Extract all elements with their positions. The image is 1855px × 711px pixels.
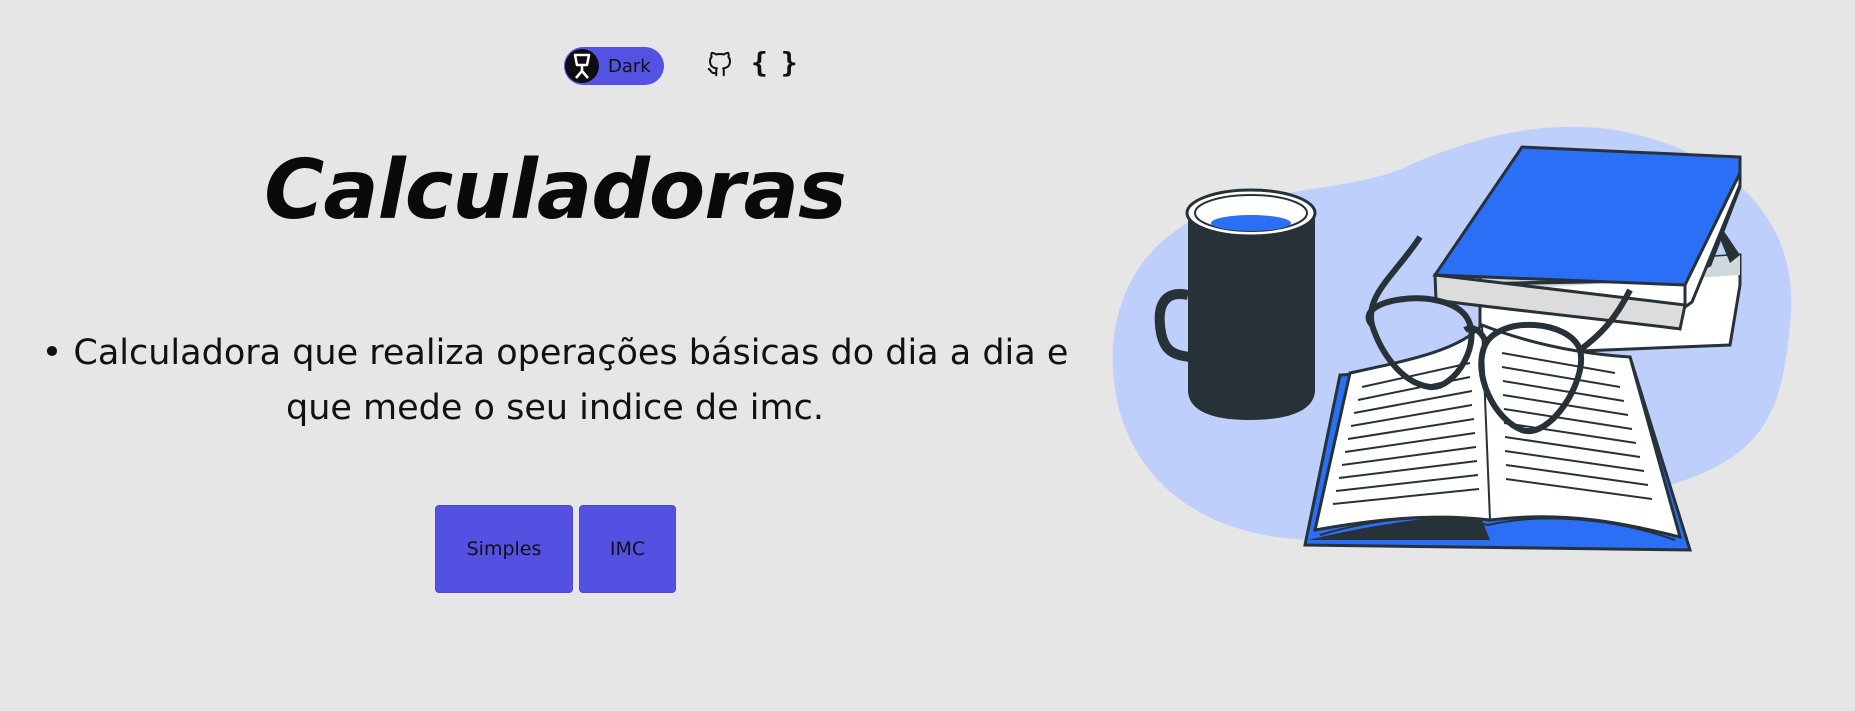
page-title: Calculadoras: [264, 143, 847, 238]
theme-toggle-label: Dark: [608, 55, 651, 77]
lamp-icon: [565, 49, 599, 83]
books-illustration: [1112, 126, 1792, 552]
page: Dark { } Calculadoras • Calculadora que …: [0, 0, 1855, 711]
simples-button[interactable]: Simples: [435, 505, 573, 593]
imc-button[interactable]: IMC: [579, 505, 676, 593]
braces-icon[interactable]: { }: [751, 46, 798, 79]
theme-toggle[interactable]: Dark: [564, 47, 664, 85]
description-text: • Calculadora que realiza operações bási…: [41, 333, 1069, 428]
github-icon[interactable]: [705, 48, 735, 80]
